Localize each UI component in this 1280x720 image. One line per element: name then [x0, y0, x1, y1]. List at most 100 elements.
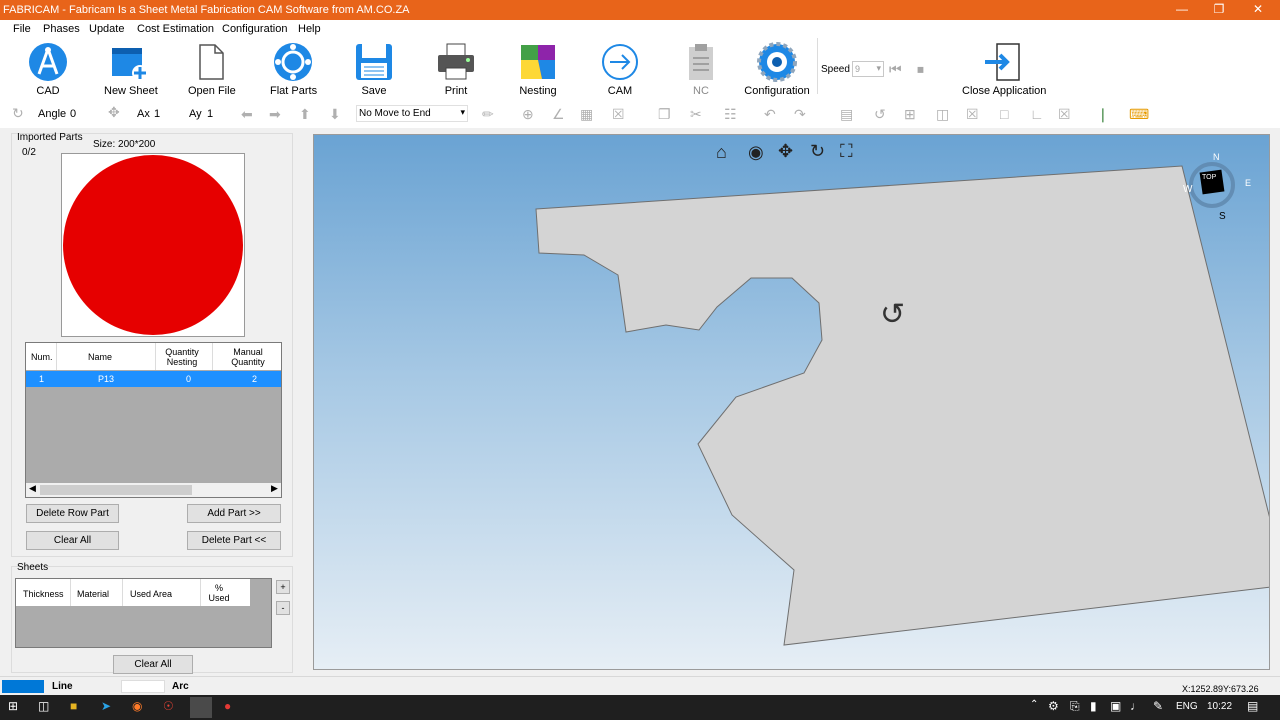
clear-all-sheets-button[interactable]: Clear All — [113, 655, 193, 674]
rotate-part-icon[interactable]: ↺ — [874, 106, 886, 123]
cad-viewport[interactable]: ⌂ ◉ ✥ ↻ ⛶ ↺ TOP N S E W — [313, 134, 1270, 670]
compass-north: N — [1213, 152, 1220, 162]
tray-usb-icon[interactable]: ⎘ — [1070, 699, 1080, 714]
nesting-button[interactable]: Nesting — [516, 42, 560, 97]
delete-row-part-button[interactable]: Delete Row Part — [26, 504, 119, 523]
cam-button[interactable]: CAM — [600, 42, 640, 97]
sheet-part-shape[interactable] — [535, 165, 1270, 646]
redo-icon[interactable]: ↷ — [794, 106, 806, 123]
ax-input[interactable]: 1 — [154, 108, 160, 120]
tray-pen-icon[interactable]: ✎ — [1153, 699, 1163, 713]
menu-configuration[interactable]: Configuration — [222, 23, 287, 35]
view-cube-top[interactable]: TOP — [1202, 174, 1216, 181]
help-monitor-icon[interactable]: ⌨ — [1129, 106, 1149, 123]
task-view-icon[interactable]: ◫ — [38, 699, 49, 713]
menu-phases[interactable]: Phases — [43, 23, 80, 35]
delete-box-icon[interactable]: ☒ — [1058, 106, 1071, 123]
menu-help[interactable]: Help — [298, 23, 321, 35]
color-pencil-icon[interactable]: ❘ — [1097, 106, 1109, 123]
firefox-icon[interactable]: ◉ — [132, 699, 142, 713]
move-icon[interactable]: ✥ — [108, 104, 120, 121]
col-quantity-nesting: Quantity Nesting — [165, 347, 199, 367]
arrow-right-icon[interactable]: ➡ — [269, 106, 281, 123]
menu-update[interactable]: Update — [89, 23, 124, 35]
arrow-up-icon[interactable]: ⬆ — [299, 106, 311, 123]
add-sheet-button[interactable]: + — [276, 580, 290, 594]
ay-input[interactable]: 1 — [207, 108, 213, 120]
cad-button[interactable]: CAD — [26, 42, 70, 97]
scroll-left-icon[interactable]: ◀ — [29, 483, 36, 494]
clock[interactable]: 10:22 — [1207, 701, 1232, 712]
pencil-icon[interactable]: ✏ — [482, 106, 494, 123]
pan-icon[interactable]: ✥ — [778, 141, 793, 162]
recorder-icon[interactable]: ● — [224, 699, 231, 713]
mirror-icon[interactable]: ⊞ — [904, 106, 916, 123]
line-color-swatch[interactable] — [2, 680, 44, 693]
new-sheet-button[interactable]: New Sheet — [104, 42, 158, 97]
language-indicator[interactable]: ENG — [1176, 701, 1198, 712]
fabricam-task-icon[interactable] — [190, 697, 212, 718]
printer-icon — [438, 43, 474, 80]
undo-icon[interactable]: ↶ — [764, 106, 776, 123]
maximize-button[interactable]: ❐ — [1209, 2, 1229, 16]
move-option-select[interactable]: No Move to End ▾ — [356, 105, 468, 122]
menu-file[interactable]: File — [13, 23, 31, 35]
file-explorer-icon[interactable]: ■ — [70, 699, 77, 713]
stop-icon[interactable]: ⏹ — [917, 61, 924, 78]
clear-all-parts-button[interactable]: Clear All — [26, 531, 119, 550]
speed-select[interactable]: 9 ▾ — [852, 61, 884, 77]
minimize-button[interactable]: — — [1172, 2, 1192, 16]
distribute-icon[interactable]: ▤ — [840, 106, 853, 123]
view-cube[interactable]: TOP N S E W — [1183, 152, 1251, 222]
flat-parts-button[interactable]: Flat Parts — [270, 42, 317, 97]
tray-app-icon[interactable]: ⚙ — [1048, 699, 1059, 713]
scissors-icon[interactable]: ✂ — [690, 106, 702, 123]
angle-input[interactable]: 0 — [70, 108, 76, 120]
explode-icon[interactable]: ☒ — [966, 106, 979, 123]
scrollbar-thumb[interactable] — [40, 485, 192, 495]
fullscreen-icon[interactable]: ⛶ — [840, 141, 853, 162]
configuration-button[interactable]: Configuration — [744, 42, 810, 97]
horizontal-scrollbar[interactable]: ◀ ▶ — [26, 483, 281, 497]
table-row[interactable]: 1 P13 0 2 — [26, 371, 281, 387]
sheets-table[interactable]: Thickness Material Used Area % Used — [15, 578, 272, 648]
arc-color-swatch[interactable] — [121, 680, 165, 693]
nc-cross-icon[interactable]: ☒ — [612, 106, 625, 123]
scroll-right-icon[interactable]: ▶ — [271, 483, 278, 494]
close-window-button[interactable]: ✕ — [1248, 2, 1268, 16]
rotate-view-icon[interactable]: ↻ — [810, 141, 825, 162]
arrow-left-icon[interactable]: ⬅ — [241, 106, 253, 123]
nc-button[interactable]: NC — [681, 42, 721, 97]
tray-network-icon[interactable]: ▣ — [1110, 699, 1121, 713]
array-icon[interactable]: ◫ — [936, 106, 949, 123]
col-thickness: Thickness — [23, 589, 64, 599]
tray-chevron-icon[interactable]: ⌃ — [1030, 699, 1038, 710]
arrow-down-icon[interactable]: ⬇ — [329, 106, 341, 123]
corner-icon[interactable]: ∟ — [1030, 106, 1044, 122]
parts-table[interactable]: Num. Name Quantity Nesting Manual Quanti… — [25, 342, 282, 498]
align-icon[interactable]: ▦ — [580, 106, 593, 123]
rotate-icon[interactable]: ↻ — [12, 105, 24, 122]
tray-volume-icon[interactable]: ♩ — [1130, 699, 1142, 713]
add-part-button[interactable]: Add Part >> — [187, 504, 281, 523]
chrome-icon[interactable]: ☉ — [163, 699, 174, 713]
frame-icon[interactable]: □ — [1000, 106, 1008, 122]
save-button[interactable]: Save — [354, 42, 394, 97]
skip-back-icon[interactable]: ⏮ — [889, 61, 902, 78]
print-button[interactable]: Print — [436, 42, 476, 97]
home-view-icon[interactable]: ⌂ — [716, 142, 727, 163]
orbit-icon[interactable]: ◉ — [748, 142, 764, 163]
angle-tool-icon[interactable]: ∠ — [552, 106, 565, 123]
delete-part-button[interactable]: Delete Part << — [187, 531, 281, 550]
paper-plane-icon[interactable]: ➤ — [101, 699, 111, 713]
add-circle-icon[interactable]: ⊕ — [522, 106, 534, 123]
windows-start-icon[interactable]: ⊞ — [8, 699, 18, 713]
grid-icon[interactable]: ☷ — [724, 106, 737, 123]
remove-sheet-button[interactable]: - — [276, 601, 290, 615]
menu-cost-estimation[interactable]: Cost Estimation — [137, 23, 214, 35]
notifications-icon[interactable]: ▤ — [1247, 699, 1258, 713]
close-application-button[interactable]: Close Application — [962, 42, 1046, 97]
tray-battery-icon[interactable]: ▮ — [1090, 699, 1097, 713]
copy-icon[interactable]: ❐ — [658, 106, 671, 123]
open-file-button[interactable]: Open File — [188, 42, 236, 97]
